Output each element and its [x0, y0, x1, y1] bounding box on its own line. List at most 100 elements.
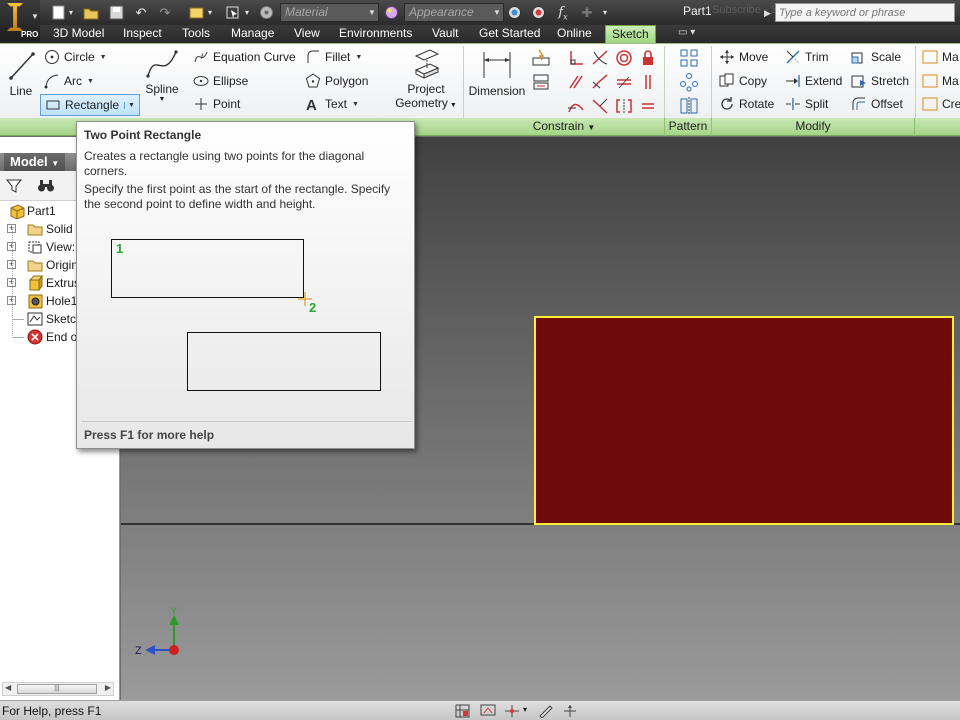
measure-icon[interactable]: [538, 704, 554, 718]
spline-button[interactable]: Spline ▼: [143, 48, 181, 104]
filter-icon[interactable]: [6, 178, 22, 194]
parallel-constraint-icon[interactable]: [566, 72, 586, 92]
fx-parameters-icon[interactable]: fx: [552, 3, 574, 22]
line-button[interactable]: Line: [4, 48, 38, 98]
material-combo[interactable]: Material ▼: [280, 3, 379, 22]
layout-item-1[interactable]: Ma: [922, 47, 959, 67]
select-icon[interactable]: [222, 3, 244, 22]
auto-dimension-icon[interactable]: [531, 48, 551, 68]
dropdown-arrow-icon[interactable]: ▾: [523, 705, 527, 714]
pattern-panel-title[interactable]: Pattern: [664, 118, 711, 136]
undo-icon[interactable]: ↶: [130, 3, 152, 22]
tooltip-illustration-rectangle-1: [111, 239, 304, 298]
smooth-constraint-icon[interactable]: [566, 96, 586, 116]
customize-arrow-icon[interactable]: ▾: [598, 3, 612, 22]
grid-snap-icon[interactable]: [455, 704, 471, 718]
fillet-button[interactable]: Fillet ▼: [305, 47, 362, 67]
mirror-icon[interactable]: [679, 96, 699, 116]
save-icon[interactable]: [106, 3, 128, 22]
project-geometry-button[interactable]: Project Geometry ▼: [395, 48, 457, 113]
stretch-icon: [851, 75, 866, 88]
open-folder-icon[interactable]: [80, 3, 102, 22]
tab-view[interactable]: View: [294, 25, 320, 43]
trim-button[interactable]: Trim: [785, 47, 829, 67]
equal-constraint-icon[interactable]: [638, 96, 658, 116]
dropdown-arrow-icon[interactable]: ▾: [66, 3, 76, 22]
tab-tools[interactable]: Tools: [182, 25, 210, 43]
copy-button[interactable]: Copy: [719, 71, 767, 91]
ellipse-button[interactable]: Ellipse: [193, 71, 248, 91]
tab-sketch[interactable]: Sketch: [605, 25, 656, 43]
browser-title-dropdown[interactable]: Model ▼: [4, 153, 66, 171]
clear-appearance-icon[interactable]: [528, 3, 550, 22]
polygon-button[interactable]: Polygon: [305, 71, 368, 91]
tangent-constraint-icon[interactable]: [590, 48, 610, 68]
application-menu-button[interactable]: PRO ▼: [0, 0, 40, 42]
scrollbar-thumb[interactable]: |||: [17, 684, 97, 694]
show-constraints-icon[interactable]: [531, 72, 551, 92]
tab-3d-model[interactable]: 3D Model: [53, 25, 104, 43]
tab-online[interactable]: Online: [557, 25, 592, 43]
move-button[interactable]: Move: [719, 47, 768, 67]
dropdown-arrow-icon: ▼: [158, 96, 166, 103]
point-button[interactable]: Point: [193, 94, 240, 114]
dimension-button[interactable]: Dimension: [468, 48, 526, 98]
extend-button[interactable]: Extend: [785, 71, 842, 91]
appearance-icon[interactable]: [381, 3, 403, 22]
concentric-constraint-icon[interactable]: [614, 48, 634, 68]
dropdown-arrow-icon[interactable]: ▾: [242, 3, 252, 22]
redo-icon[interactable]: ↷: [154, 3, 176, 22]
rectangle-button[interactable]: Rectangle ▼: [40, 94, 140, 116]
modify-panel-title[interactable]: Modify: [711, 118, 915, 136]
scroll-left-arrow-icon[interactable]: ◀: [5, 683, 11, 692]
title-bar: ▾ ↶ ↷ ▾ ▾ Material ▼ Appearance ▼ fx ✚ ▾ S…: [0, 0, 960, 25]
split-button[interactable]: Split: [785, 94, 828, 114]
project-geometry-icon: [414, 49, 440, 79]
equation-curve-button[interactable]: f Equation Curve: [193, 47, 296, 67]
color-wheel-icon[interactable]: [256, 3, 278, 22]
tab-vault[interactable]: Vault: [432, 25, 458, 43]
collinear-constraint-icon[interactable]: [590, 96, 610, 116]
degrees-of-freedom-icon[interactable]: [504, 704, 520, 718]
browser-horizontal-scrollbar[interactable]: ◀ ||| ▶: [2, 682, 114, 696]
coincident-constraint-icon[interactable]: [590, 72, 610, 92]
adjust-appearance-icon[interactable]: [504, 3, 526, 22]
arc-button[interactable]: Arc ▼: [44, 71, 94, 91]
svg-text:A: A: [306, 97, 317, 112]
vertical-constraint-icon[interactable]: [638, 72, 658, 92]
offset-button[interactable]: Offset: [851, 94, 903, 114]
perpendicular-constraint-icon[interactable]: [566, 48, 586, 68]
tab-environments[interactable]: Environments: [339, 25, 412, 43]
symmetric-constraint-icon[interactable]: [614, 96, 634, 116]
rotate-button[interactable]: Rotate: [719, 94, 774, 114]
tab-get-started[interactable]: Get Started: [479, 25, 540, 43]
stretch-button[interactable]: Stretch: [851, 71, 909, 91]
tab-manage[interactable]: Manage: [231, 25, 274, 43]
pan-icon[interactable]: [562, 704, 578, 718]
dropdown-arrow-icon[interactable]: ▾: [205, 3, 215, 22]
appearance-combo[interactable]: Appearance ▼: [404, 3, 504, 22]
circular-pattern-icon[interactable]: [679, 72, 699, 92]
search-input[interactable]: [775, 3, 955, 22]
scale-button[interactable]: Scale: [851, 47, 901, 67]
scroll-right-arrow-icon[interactable]: ▶: [105, 683, 111, 692]
offset-icon: [852, 97, 865, 110]
rectangular-pattern-icon[interactable]: [679, 48, 699, 68]
tree-guide-line: [12, 229, 13, 338]
layout-item-2[interactable]: Ma: [922, 71, 959, 91]
display-icon[interactable]: [480, 704, 496, 718]
add-icon[interactable]: ✚: [576, 3, 598, 22]
sketch-rectangle-face[interactable]: [534, 316, 954, 525]
tab-inspect[interactable]: Inspect: [123, 25, 162, 43]
circle-button[interactable]: Circle ▼: [44, 47, 107, 67]
split-icon: [786, 97, 800, 110]
horizontal-constraint-icon[interactable]: [614, 72, 634, 92]
find-binoculars-icon[interactable]: [37, 178, 55, 194]
layout-item-3[interactable]: Cre: [922, 94, 960, 114]
fix-constraint-icon[interactable]: [638, 48, 658, 68]
pro-badge: PRO: [21, 30, 39, 39]
constrain-panel-title[interactable]: Constrain ▼: [464, 118, 664, 136]
text-button[interactable]: A Text ▼: [305, 94, 359, 114]
copy-icon: [719, 73, 734, 87]
ribbon-options-icon[interactable]: ▭ ▾: [678, 27, 702, 41]
